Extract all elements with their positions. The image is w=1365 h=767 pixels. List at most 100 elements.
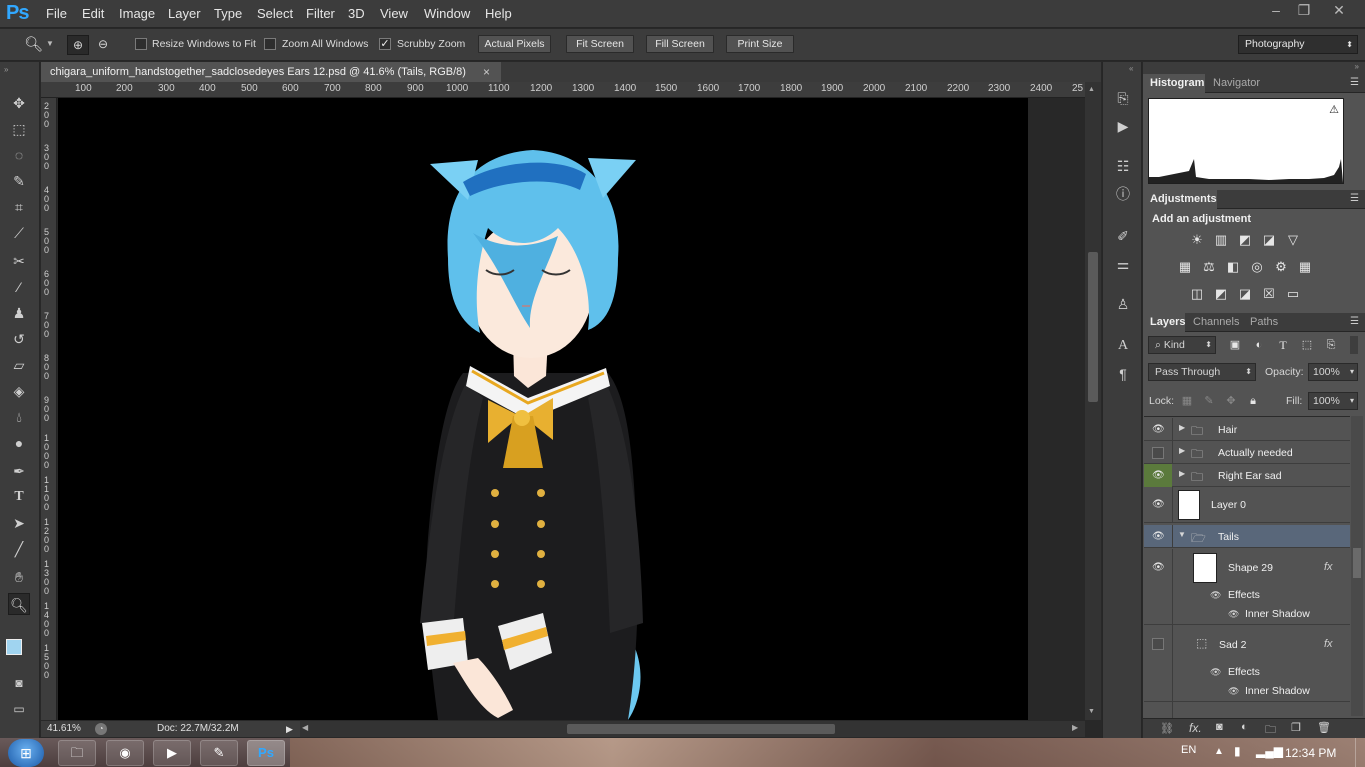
menu-3d[interactable]: 3D — [348, 6, 365, 21]
filter-type-icon[interactable]: T — [1274, 337, 1292, 353]
character-icon[interactable]: A — [1113, 336, 1133, 356]
pen-tool-icon[interactable]: ✒ — [8, 460, 30, 482]
history-icon[interactable]: ⎘ — [1113, 88, 1133, 108]
chevron-down-icon[interactable]: ▼ — [46, 39, 54, 48]
battery-icon[interactable]: ▮ — [1234, 744, 1241, 758]
actual-pixels-button[interactable]: Actual Pixels — [478, 35, 551, 53]
selective-color-icon[interactable]: ☒ — [1260, 286, 1278, 302]
screen-mode-icon[interactable]: ▭ — [8, 698, 30, 720]
clock[interactable]: 12:34 PM — [1285, 746, 1336, 760]
hue-saturation-icon[interactable]: ▦ — [1176, 259, 1194, 275]
gradient-map-icon[interactable]: ▭ — [1284, 286, 1302, 302]
vertical-scroll-thumb[interactable] — [1088, 252, 1098, 402]
threshold-icon[interactable]: ◪ — [1236, 286, 1254, 302]
menu-window[interactable]: Window — [424, 6, 470, 21]
tab-navigator[interactable]: Navigator — [1213, 77, 1260, 89]
fx-badge[interactable]: fx — [1324, 561, 1333, 573]
quick-mask-icon[interactable]: ◙ — [8, 672, 30, 694]
show-desktop-button[interactable] — [1355, 738, 1365, 767]
panel-menu-icon[interactable]: ☰ — [1350, 77, 1359, 88]
stamp-tool-icon[interactable]: ♟ — [8, 302, 30, 324]
close-tab-icon[interactable]: × — [483, 62, 490, 82]
move-tool-icon[interactable]: ✥ — [8, 92, 30, 114]
explorer-taskbar-icon[interactable]: 🗀 — [58, 740, 96, 766]
lock-transparent-icon[interactable]: ▦ — [1178, 393, 1196, 409]
hand-tool-icon[interactable]: ✋︎ — [8, 566, 30, 588]
status-menu-icon[interactable]: ▶ — [286, 721, 293, 737]
collapse-icon[interactable]: « — [1129, 64, 1133, 73]
collapse-icon[interactable]: » — [4, 65, 8, 74]
scroll-right-icon[interactable]: ▶ — [1072, 723, 1078, 732]
layer-row-layer-0[interactable]: 👁︎ Layer 0 — [1144, 487, 1350, 523]
menu-filter[interactable]: Filter — [306, 6, 335, 21]
language-indicator[interactable]: EN — [1181, 744, 1196, 756]
layer-row-right-ear-sad[interactable]: 👁︎ ▶ 🗀 Right Ear sad — [1144, 464, 1350, 487]
curves-icon[interactable]: ◩ — [1236, 232, 1254, 248]
tool-presets-icon[interactable]: ⚌ — [1113, 254, 1133, 274]
visibility-eye-icon[interactable]: 👁︎ — [1152, 499, 1165, 511]
fill-screen-button[interactable]: Fill Screen — [646, 35, 714, 53]
marquee-tool-icon[interactable]: ⬚ — [8, 118, 30, 140]
zoom-tool-icon[interactable]: 🔍︎ — [8, 593, 30, 615]
expand-arrow-icon[interactable]: ▶ — [1179, 423, 1185, 432]
healing-tool-icon[interactable]: ✂ — [8, 250, 30, 272]
visibility-eye-icon[interactable]: 👁︎ — [1152, 470, 1165, 482]
clone-source-icon[interactable]: ♙ — [1113, 294, 1133, 314]
layer-row-shape-29[interactable]: 👁︎ Shape 29 fx — [1144, 549, 1350, 649]
color-lookup-icon[interactable]: ▦ — [1296, 259, 1314, 275]
paragraph-icon[interactable]: ¶ — [1113, 364, 1133, 384]
menu-image[interactable]: Image — [119, 6, 155, 21]
media-player-taskbar-icon[interactable]: ▶ — [153, 740, 191, 766]
filter-kind-select[interactable]: ⌕ Kind ⬍ — [1148, 336, 1216, 354]
brush-presets-icon[interactable]: ✐ — [1113, 226, 1133, 246]
posterize-icon[interactable]: ◩ — [1212, 286, 1230, 302]
info-icon[interactable]: ⓘ — [1113, 184, 1133, 204]
brightness-icon[interactable]: ☀ — [1188, 232, 1206, 248]
fit-screen-button[interactable]: Fit Screen — [566, 35, 634, 53]
zoom-tool-icon[interactable]: 🔍︎ — [24, 35, 43, 53]
fx-badge[interactable]: fx — [1324, 638, 1333, 650]
scroll-left-icon[interactable]: ◀ — [302, 723, 308, 732]
new-adjustment-icon[interactable]: ◐ — [1241, 721, 1248, 733]
blend-mode-select[interactable]: Pass Through ⬍ — [1148, 363, 1256, 381]
lock-pixels-icon[interactable]: ✎ — [1200, 393, 1218, 409]
workspace-select[interactable]: Photography ⬍ — [1238, 35, 1358, 54]
quick-select-tool-icon[interactable]: ✎ — [8, 170, 30, 192]
add-style-icon[interactable]: fx. — [1189, 721, 1202, 735]
effect-item-row[interactable]: 👁︎ Inner Shadow — [1144, 606, 1350, 625]
dodge-tool-icon[interactable]: ● — [8, 432, 30, 454]
channel-mixer-icon[interactable]: ⚙ — [1272, 259, 1290, 275]
visibility-eye-icon[interactable]: 👁︎ — [1210, 590, 1221, 601]
layer-row-tails[interactable]: 👁︎ ▼ 🗁 Tails — [1144, 525, 1350, 548]
visibility-eye-icon[interactable]: 👁︎ — [1228, 609, 1239, 620]
path-select-tool-icon[interactable]: ➤ — [8, 512, 30, 534]
black-white-icon[interactable]: ◧ — [1224, 259, 1242, 275]
scroll-down-icon[interactable]: ▼ — [1088, 708, 1095, 715]
visibility-toggle-hidden[interactable] — [1152, 638, 1164, 650]
filter-smart-icon[interactable]: ⎘ — [1322, 337, 1340, 353]
network-icon[interactable]: ▂▄▆ — [1256, 744, 1283, 758]
document-canvas[interactable] — [58, 98, 1028, 720]
scrubby-zoom-checkbox[interactable]: ✓ — [379, 38, 391, 50]
zoom-in-icon[interactable]: ⊕ — [67, 35, 89, 55]
visibility-eye-icon[interactable]: 👁︎ — [1210, 667, 1221, 678]
menu-file[interactable]: File — [46, 6, 67, 21]
lock-position-icon[interactable]: ✥ — [1222, 393, 1240, 409]
exposure-icon[interactable]: ◪ — [1260, 232, 1278, 248]
effects-row[interactable]: 👁︎ Effects — [1144, 664, 1350, 683]
tab-adjustments[interactable]: Adjustments — [1150, 193, 1217, 205]
start-button-icon[interactable]: ⊞ — [8, 739, 44, 767]
filter-toggle[interactable] — [1350, 336, 1358, 354]
menu-layer[interactable]: Layer — [168, 6, 201, 21]
line-tool-icon[interactable]: ╱ — [8, 538, 30, 560]
close-button[interactable]: ✕ — [1325, 2, 1353, 20]
effect-item-row[interactable]: 👁︎ Inner Shadow — [1144, 683, 1350, 702]
delete-layer-icon[interactable]: 🗑︎ — [1317, 721, 1331, 734]
tab-layers[interactable]: Layers — [1150, 316, 1185, 328]
collapse-icon[interactable]: » — [1355, 62, 1359, 71]
filter-adjust-icon[interactable]: ◐ — [1250, 337, 1268, 353]
scroll-up-icon[interactable]: ▲ — [1088, 86, 1095, 93]
visibility-eye-icon[interactable]: 👁︎ — [1152, 562, 1165, 574]
layer-row-hair[interactable]: 👁︎ ▶ 🗀 Hair — [1144, 418, 1350, 441]
resize-windows-checkbox[interactable] — [135, 38, 147, 50]
